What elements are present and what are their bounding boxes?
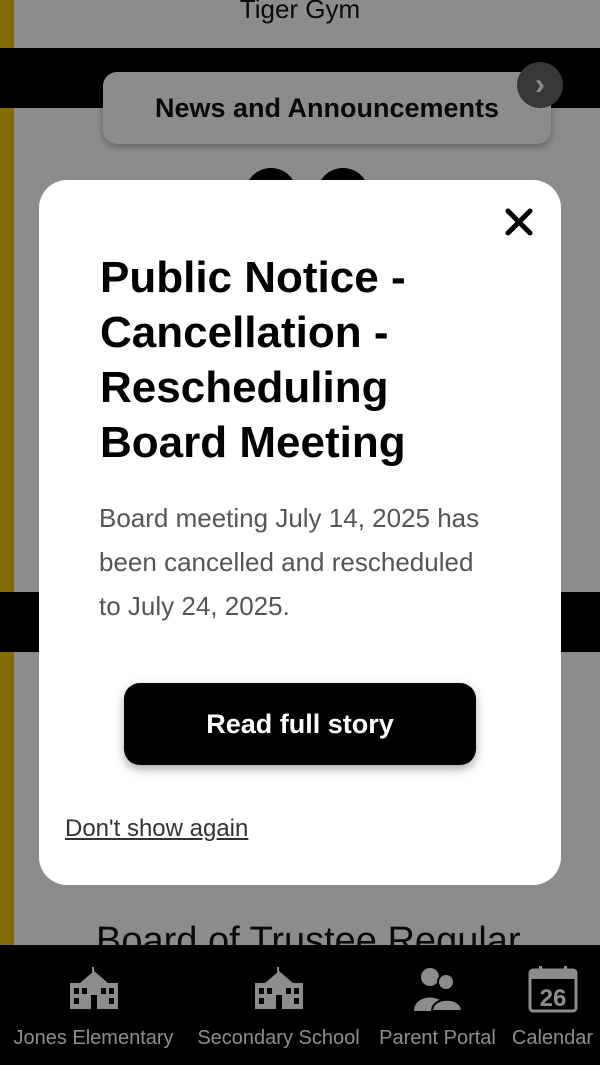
modal-title: Public Notice - Cancellation - Reschedul… xyxy=(100,253,406,467)
close-icon xyxy=(505,208,533,236)
dont-show-again-link[interactable]: Don't show again xyxy=(65,815,248,843)
read-full-story-button[interactable]: Read full story xyxy=(124,683,476,765)
modal-body: Board meeting July 14, 2025 has been can… xyxy=(99,503,480,621)
close-button[interactable] xyxy=(494,197,544,247)
